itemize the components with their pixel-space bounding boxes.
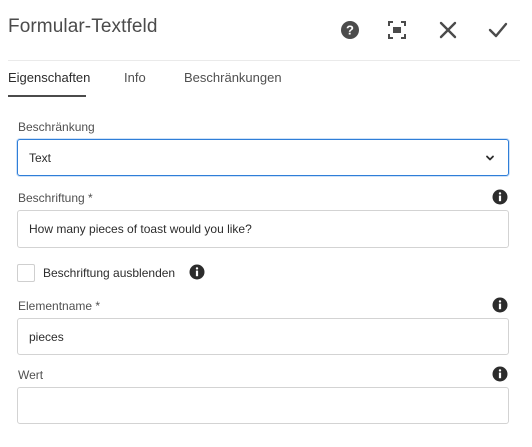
chevron-down-icon [486, 155, 494, 161]
constraint-select[interactable]: Text [17, 139, 509, 176]
tab-eigenschaften[interactable]: Eigenschaften [8, 70, 90, 85]
element-name-input-value: pieces [29, 330, 64, 344]
hide-caption-checkbox[interactable] [17, 264, 35, 282]
element-name-input[interactable]: pieces [17, 318, 509, 355]
info-icon[interactable] [189, 264, 205, 280]
tab-info[interactable]: Info [124, 70, 146, 85]
info-icon[interactable] [492, 189, 508, 205]
hide-caption-label[interactable]: Beschriftung ausblenden [43, 266, 175, 280]
dialog-header: Formular-Textfeld ? [0, 0, 532, 60]
dialog-title: Formular-Textfeld [8, 16, 158, 37]
active-tab-indicator [8, 95, 86, 97]
caption-input[interactable]: How many pieces of toast would you like? [17, 210, 509, 248]
fullscreen-icon[interactable] [385, 18, 409, 42]
info-icon[interactable] [492, 366, 508, 382]
svg-text:?: ? [346, 23, 354, 38]
info-icon[interactable] [492, 297, 508, 313]
value-input[interactable] [17, 387, 509, 424]
tab-bar: Eigenschaften Info Beschränkungen [0, 61, 532, 97]
help-icon[interactable]: ? [338, 18, 362, 42]
element-name-label: Elementname * [18, 299, 101, 313]
checkmark-icon[interactable] [486, 18, 510, 42]
constraint-label: Beschränkung [18, 120, 95, 134]
tab-beschraenkungen[interactable]: Beschränkungen [184, 70, 282, 85]
close-icon[interactable] [436, 18, 460, 42]
value-label: Wert [18, 368, 44, 382]
caption-label: Beschriftung * [18, 191, 93, 205]
constraint-selected-value: Text [29, 151, 52, 165]
caption-input-value: How many pieces of toast would you like? [29, 222, 252, 236]
